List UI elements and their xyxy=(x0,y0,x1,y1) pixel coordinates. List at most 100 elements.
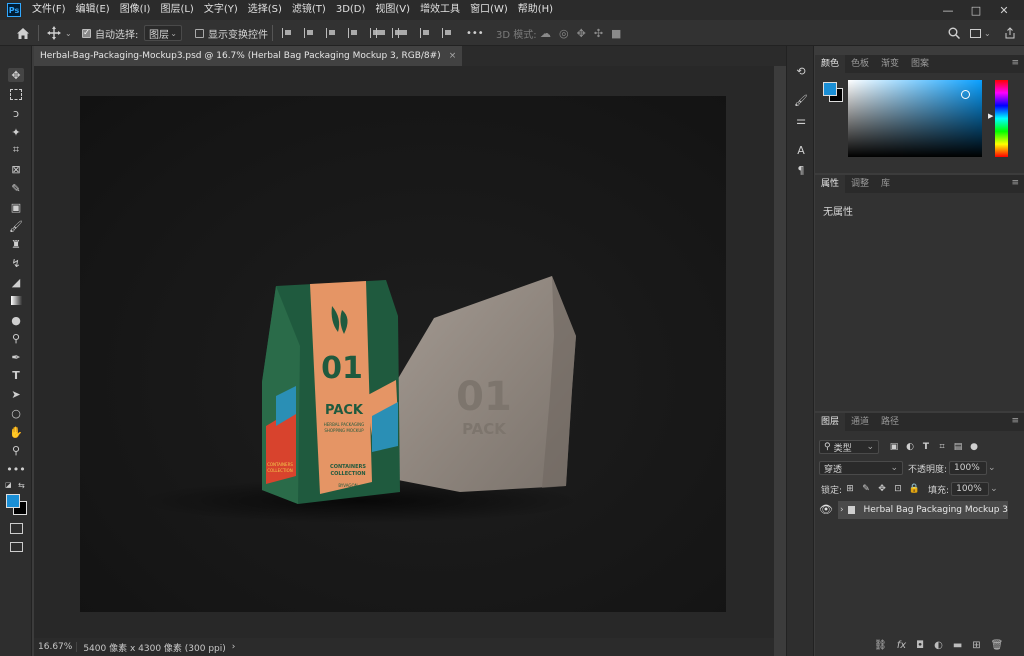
color-picker-cursor[interactable] xyxy=(961,90,970,99)
workspace-switcher[interactable]: ⌄ xyxy=(970,20,991,46)
type-tool-icon[interactable]: T xyxy=(8,368,24,382)
tab-channels[interactable]: 通道 xyxy=(845,413,875,431)
hue-slider[interactable] xyxy=(995,80,1008,157)
tab-patterns[interactable]: 图案 xyxy=(905,55,935,73)
zoom-tool-icon[interactable]: ⚲ xyxy=(8,443,24,457)
gradient-tool-icon[interactable] xyxy=(8,293,24,307)
tab-adjustments[interactable]: 调整 xyxy=(845,175,875,193)
menu-filter[interactable]: 滤镜(T) xyxy=(287,0,331,20)
document-canvas[interactable]: 01 PACK 01 PACK HERBAL PACKAGING SHOPPIN… xyxy=(80,96,726,612)
pen-tool-icon[interactable]: ✒ xyxy=(8,350,24,364)
layer-row[interactable]: › Herbal Bag Packaging Mockup 3 xyxy=(838,501,1008,519)
delete-layer-icon[interactable]: 🗑 xyxy=(991,640,1004,651)
layer-filter-dropdown[interactable]: ⚲ 类型 ⌄ xyxy=(819,440,879,454)
filter-adjustment-icon[interactable]: ◐ xyxy=(905,442,915,452)
3d-camera-icon[interactable]: ■ xyxy=(611,27,621,40)
menu-edit[interactable]: 编辑(E) xyxy=(71,0,115,20)
filter-pixel-icon[interactable]: ▣ xyxy=(889,442,899,452)
tab-layers[interactable]: 图层 xyxy=(815,413,846,431)
move-tool-icon[interactable]: ✥ xyxy=(8,68,24,82)
chevron-down-icon[interactable]: ⌄ xyxy=(988,463,996,473)
brush-settings-panel-icon[interactable]: 🖌 xyxy=(794,93,808,107)
tab-libraries[interactable]: 库 xyxy=(875,175,896,193)
menu-3d[interactable]: 3D(D) xyxy=(331,0,371,20)
auto-select-checkbox[interactable]: ✓ 自动选择: xyxy=(82,20,138,46)
menu-select[interactable]: 选择(S) xyxy=(243,0,287,20)
distribute-bottom-icon[interactable] xyxy=(420,28,431,38)
hue-slider-handle-icon[interactable]: ▶ xyxy=(988,112,993,120)
magic-wand-tool-icon[interactable]: ✦ xyxy=(8,125,24,139)
menu-view[interactable]: 视图(V) xyxy=(370,0,415,20)
filter-type-icon[interactable]: T xyxy=(921,442,931,452)
path-selection-tool-icon[interactable]: ➤ xyxy=(8,387,24,401)
move-tool-preset-icon[interactable]: ⌄ xyxy=(47,20,72,46)
show-transform-controls-checkbox[interactable]: 显示变换控件 xyxy=(195,20,268,46)
menu-type[interactable]: 文字(Y) xyxy=(199,0,243,20)
blend-mode-dropdown[interactable]: 穿透 ⌄ xyxy=(819,461,903,475)
eyedropper-tool-icon[interactable]: ✎ xyxy=(8,181,24,195)
status-menu-arrow-icon[interactable]: › xyxy=(232,642,236,652)
tab-gradients[interactable]: 渐变 xyxy=(875,55,905,73)
3d-slide-icon[interactable]: ✣ xyxy=(594,27,603,40)
close-document-icon[interactable]: × xyxy=(449,51,457,61)
fx-icon[interactable]: fx xyxy=(897,640,906,651)
3d-roll-icon[interactable]: ◎ xyxy=(559,27,569,40)
paragraph-panel-icon[interactable]: ¶ xyxy=(794,163,808,177)
edit-toolbar-icon[interactable]: ••• xyxy=(6,462,25,476)
quick-mask-icon[interactable] xyxy=(8,521,24,535)
lasso-tool-icon[interactable]: ↄ xyxy=(8,106,24,120)
foreground-color-swatch[interactable] xyxy=(6,494,20,508)
healing-brush-tool-icon[interactable]: ▣ xyxy=(8,200,24,214)
chevron-down-icon[interactable]: ⌄ xyxy=(990,484,998,494)
filter-toggle-icon[interactable]: ● xyxy=(969,442,979,452)
menu-help[interactable]: 帮助(H) xyxy=(513,0,558,20)
lock-artboard-icon[interactable]: ⊡ xyxy=(893,484,903,494)
color-picker-field[interactable] xyxy=(848,80,982,157)
search-icon[interactable] xyxy=(948,20,960,46)
frame-tool-icon[interactable]: ⊠ xyxy=(8,162,24,176)
panel-menu-icon[interactable]: ≡ xyxy=(1011,58,1019,68)
tab-paths[interactable]: 路径 xyxy=(875,413,905,431)
brush-tool-icon[interactable]: 🖌 xyxy=(8,219,24,233)
document-tab[interactable]: Herbal-Bag-Packaging-Mockup3.psd @ 16.7%… xyxy=(34,46,463,66)
hand-tool-icon[interactable]: ✋ xyxy=(8,425,24,439)
photoshop-logo[interactable]: Ps xyxy=(7,3,21,17)
new-layer-icon[interactable]: ⊞ xyxy=(972,640,980,651)
new-group-icon[interactable]: ▬ xyxy=(953,640,962,651)
screen-mode-icon[interactable] xyxy=(8,540,24,554)
lock-all-icon[interactable]: 🔒 xyxy=(908,484,919,494)
ellipse-tool-icon[interactable]: ○ xyxy=(8,406,24,420)
eraser-tool-icon[interactable]: ◢ xyxy=(8,275,24,289)
align-left-icon[interactable] xyxy=(282,28,293,38)
lock-transparent-icon[interactable]: ⊞ xyxy=(845,484,855,494)
swap-colors-icon[interactable]: ⇆ xyxy=(18,481,25,490)
3d-pan-icon[interactable]: ✥ xyxy=(577,27,586,40)
align-top-icon[interactable] xyxy=(348,28,359,38)
lock-position-icon[interactable]: ✥ xyxy=(877,484,887,494)
history-panel-icon[interactable]: ⟲ xyxy=(794,64,808,78)
align-horizontal-center-icon[interactable] xyxy=(304,28,315,38)
adjustments-panel-icon[interactable]: ⚌ xyxy=(794,113,808,127)
maximize-button[interactable]: □ xyxy=(962,0,990,20)
lock-pixels-icon[interactable]: ✎ xyxy=(861,484,871,494)
3d-orbit-icon[interactable]: ☁ xyxy=(540,27,551,40)
home-icon[interactable] xyxy=(16,20,30,46)
history-brush-tool-icon[interactable]: ↯ xyxy=(8,256,24,270)
menu-layer[interactable]: 图层(L) xyxy=(155,0,198,20)
default-colors-icon[interactable]: ◪ xyxy=(5,481,12,489)
menu-plugins[interactable]: 增效工具 xyxy=(415,0,465,20)
distribute-center-icon[interactable] xyxy=(398,28,409,38)
share-icon[interactable] xyxy=(1004,20,1016,46)
panel-menu-icon[interactable]: ≡ xyxy=(1011,416,1019,426)
filter-smart-object-icon[interactable]: ▤ xyxy=(953,442,963,452)
fill-field[interactable]: 100% xyxy=(951,482,990,496)
tab-properties[interactable]: 属性 xyxy=(815,175,846,193)
blur-tool-icon[interactable]: ● xyxy=(8,313,24,327)
distribute-height-icon[interactable] xyxy=(442,28,453,38)
more-options-button[interactable]: ••• xyxy=(466,20,484,46)
chevron-right-icon[interactable]: › xyxy=(840,505,844,515)
marquee-tool-icon[interactable] xyxy=(8,87,24,101)
menu-image[interactable]: 图像(I) xyxy=(115,0,156,20)
opacity-field[interactable]: 100% xyxy=(949,461,988,475)
distribute-top-icon[interactable] xyxy=(376,28,387,38)
